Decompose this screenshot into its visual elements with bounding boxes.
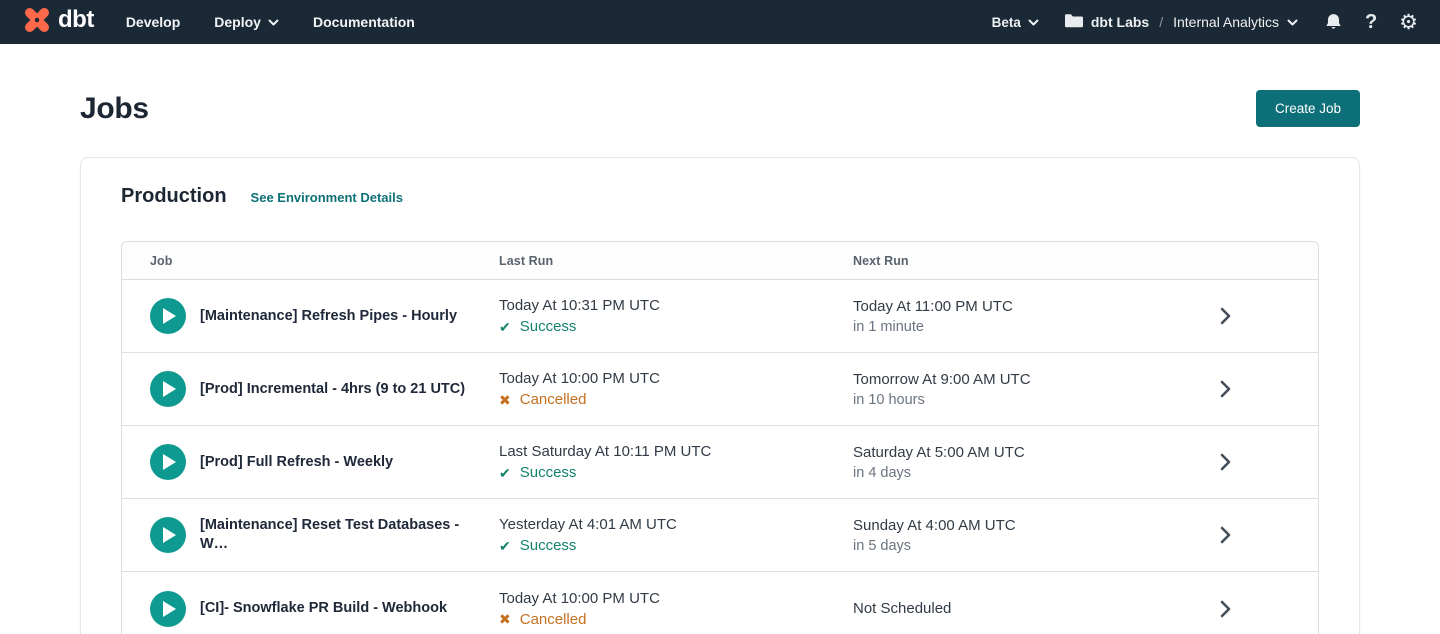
table-row[interactable]: [Prod] Full Refresh - Weekly Last Saturd… — [122, 426, 1318, 499]
job-name: [Prod] Full Refresh - Weekly — [200, 453, 393, 472]
check-icon: ✔ — [499, 539, 511, 553]
nav-item-deploy[interactable]: Deploy — [214, 14, 279, 30]
chevron-right-icon[interactable] — [1220, 600, 1231, 618]
help-icon[interactable]: ? — [1365, 12, 1377, 32]
last-run-time: Today At 10:00 PM UTC — [499, 590, 833, 607]
status-label: Cancelled — [520, 391, 587, 408]
gear-icon[interactable]: ⚙ — [1399, 12, 1418, 33]
chevron-right-icon[interactable] — [1220, 380, 1231, 398]
project-switcher[interactable]: dbt Labs / Internal Analytics — [1065, 13, 1298, 31]
table-row[interactable]: [Maintenance] Reset Test Databases - W… … — [122, 499, 1318, 572]
job-status: ✔ Success — [499, 537, 833, 554]
column-header-last-run: Last Run — [499, 254, 853, 268]
dbt-wordmark: dbt — [58, 8, 94, 36]
last-run-time: Today At 10:00 PM UTC — [499, 370, 833, 387]
play-icon[interactable] — [150, 298, 186, 334]
next-run-time: Saturday At 5:00 AM UTC — [853, 444, 1113, 461]
next-run-relative: in 5 days — [853, 538, 1113, 554]
x-icon: ✖ — [499, 393, 511, 407]
primary-nav: Develop Deploy Documentation — [126, 14, 415, 30]
table-row[interactable]: [Maintenance] Refresh Pipes - Hourly Tod… — [122, 280, 1318, 353]
top-nav: dbt Develop Deploy Documentation Beta — [0, 0, 1440, 44]
create-job-button[interactable]: Create Job — [1256, 90, 1360, 127]
column-header-job: Job — [150, 254, 499, 268]
job-status: ✔ Success — [499, 464, 833, 481]
beta-dropdown[interactable]: Beta — [992, 15, 1039, 30]
jobs-table: Job Last Run Next Run [Maintenance] Refr… — [121, 241, 1319, 634]
play-icon[interactable] — [150, 371, 186, 407]
chevron-right-icon[interactable] — [1220, 526, 1231, 544]
last-run-time: Last Saturday At 10:11 PM UTC — [499, 443, 833, 460]
next-run-relative: in 10 hours — [853, 392, 1113, 408]
environment-name: Production — [121, 185, 227, 208]
play-icon[interactable] — [150, 591, 186, 627]
job-name: [Maintenance] Reset Test Databases - W… — [200, 516, 475, 554]
x-icon: ✖ — [499, 612, 511, 626]
job-status: ✖ Cancelled — [499, 611, 833, 628]
table-row[interactable]: [CI]- Snowflake PR Build - Webhook Today… — [122, 572, 1318, 634]
folder-icon — [1065, 13, 1083, 31]
chevron-down-icon — [1028, 15, 1039, 30]
jobs-table-header: Job Last Run Next Run — [122, 242, 1318, 280]
job-name: [CI]- Snowflake PR Build - Webhook — [200, 599, 447, 618]
status-label: Success — [520, 537, 577, 554]
nav-item-documentation[interactable]: Documentation — [313, 14, 415, 30]
play-icon[interactable] — [150, 444, 186, 480]
chevron-down-icon — [268, 14, 279, 30]
next-run-relative: in 1 minute — [853, 319, 1113, 335]
table-row[interactable]: [Prod] Incremental - 4hrs (9 to 21 UTC) … — [122, 353, 1318, 426]
see-environment-details-link[interactable]: See Environment Details — [251, 190, 403, 205]
next-run-relative: in 4 days — [853, 465, 1113, 481]
next-run-time: Tomorrow At 9:00 AM UTC — [853, 371, 1113, 388]
status-label: Cancelled — [520, 611, 587, 628]
job-status: ✖ Cancelled — [499, 391, 833, 408]
job-name: [Prod] Incremental - 4hrs (9 to 21 UTC) — [200, 380, 465, 399]
breadcrumb-separator: / — [1157, 14, 1165, 30]
column-header-next-run: Next Run — [853, 254, 1133, 268]
check-icon: ✔ — [499, 320, 511, 334]
nav-item-develop[interactable]: Develop — [126, 14, 180, 30]
next-run-time: Not Scheduled — [853, 600, 1113, 617]
bell-icon[interactable] — [1324, 12, 1343, 32]
status-label: Success — [520, 318, 577, 335]
job-status: ✔ Success — [499, 318, 833, 335]
page-title: Jobs — [80, 92, 149, 126]
account-name: dbt Labs — [1091, 14, 1149, 30]
chevron-right-icon[interactable] — [1220, 307, 1231, 325]
last-run-time: Yesterday At 4:01 AM UTC — [499, 516, 833, 533]
chevron-down-icon — [1287, 14, 1298, 30]
chevron-right-icon[interactable] — [1220, 453, 1231, 471]
next-run-time: Today At 11:00 PM UTC — [853, 298, 1113, 315]
status-label: Success — [520, 464, 577, 481]
main-content: Jobs Create Job Production See Environme… — [0, 90, 1440, 634]
environment-card: Production See Environment Details Job L… — [80, 157, 1360, 634]
project-name: Internal Analytics — [1173, 14, 1279, 30]
dbt-logo-icon — [22, 5, 52, 40]
check-icon: ✔ — [499, 466, 511, 480]
next-run-time: Sunday At 4:00 AM UTC — [853, 517, 1113, 534]
dbt-logo[interactable]: dbt — [22, 5, 94, 40]
last-run-time: Today At 10:31 PM UTC — [499, 297, 833, 314]
play-icon[interactable] — [150, 517, 186, 553]
job-name: [Maintenance] Refresh Pipes - Hourly — [200, 307, 457, 326]
jobs-table-body: [Maintenance] Refresh Pipes - Hourly Tod… — [122, 280, 1318, 634]
